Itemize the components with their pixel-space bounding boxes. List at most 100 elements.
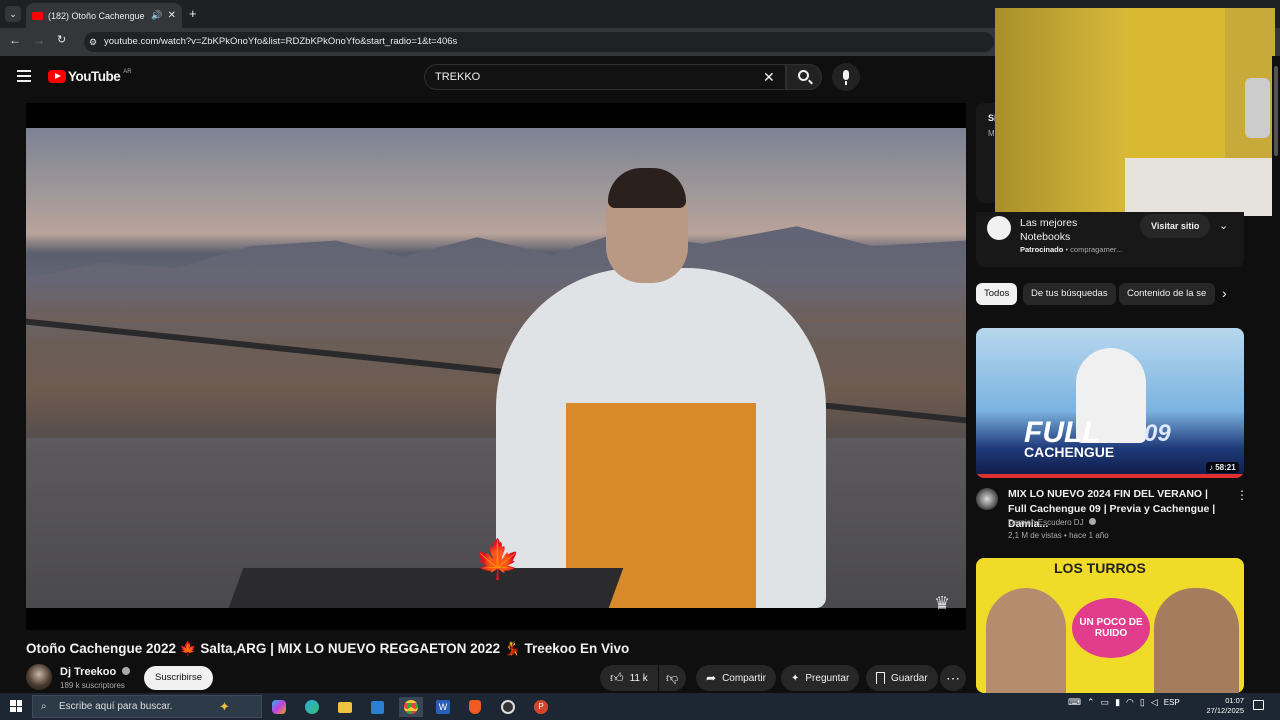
wifi-icon[interactable]: ◠	[1126, 697, 1134, 708]
battery-icon[interactable]: ▮	[1115, 697, 1120, 708]
bookmark-icon	[876, 672, 885, 684]
thumb2-title: LOS TURROS	[1054, 560, 1146, 576]
channel-name[interactable]: Dj Treekoo	[60, 666, 131, 678]
search-input[interactable]: TREKKO ✕	[424, 64, 786, 90]
taskbar-search-box[interactable]: ⌕ Escribe aquí para buscar. ✦	[32, 695, 262, 718]
region-code: AR	[123, 68, 132, 75]
thumb2-person-left	[986, 588, 1066, 693]
recommended-channel-name-1: Damian Escudero DJ	[1008, 518, 1084, 527]
recommended-channel-avatar-1[interactable]	[976, 488, 998, 510]
voice-search-button[interactable]	[832, 63, 860, 91]
chip-de-tus-busquedas[interactable]: De tus búsquedas	[1023, 283, 1116, 305]
webcam-door-left	[995, 8, 1125, 216]
sponsored-ad-card[interactable]: Las mejores Notebooks Patrocinado • comp…	[976, 212, 1244, 267]
maple-leaf-icon: 🍁	[474, 539, 522, 581]
page-scrollbar[interactable]	[1272, 56, 1280, 693]
tab-close-icon[interactable]: ✕	[168, 10, 176, 21]
share-label: Compartir	[722, 672, 766, 684]
volume-icon[interactable]: ◁	[1151, 697, 1158, 708]
recommended-thumbnail-1[interactable]: FULL 09 CACHENGUE ♪ 58:21	[976, 328, 1244, 478]
like-button[interactable]: 👍︎ 11 k	[600, 665, 658, 691]
ad-domain: compragamer...	[1070, 245, 1123, 254]
edge-icon[interactable]	[302, 697, 322, 717]
clear-search-icon[interactable]: ✕	[763, 65, 775, 89]
url-field[interactable]: ⚙ youtube.com/watch?v=ZbKPkOnoYfo&list=R…	[84, 32, 994, 52]
recommended-thumbnail-2[interactable]: LOS TURROS UN POCO DE RUIDO	[976, 558, 1244, 693]
brave-icon[interactable]	[465, 697, 485, 717]
ad-sponsored-label: Patrocinado	[1020, 245, 1064, 254]
subscribe-button[interactable]: Suscribirse	[144, 666, 213, 690]
visit-site-button[interactable]: Visitar sitio	[1140, 214, 1211, 238]
notification-icon[interactable]	[1253, 700, 1264, 710]
channel-watermark-icon[interactable]: ♛	[934, 593, 950, 614]
ad-title: Las mejores Notebooks	[1020, 216, 1077, 244]
mic-tray-icon[interactable]: ▯	[1140, 697, 1145, 708]
webcam-chair	[1245, 78, 1270, 138]
tab-audio-icon[interactable]: 🔊	[151, 10, 162, 21]
reload-icon[interactable]: ↻	[57, 33, 66, 46]
ask-label: Preguntar	[805, 672, 850, 684]
obs-icon[interactable]	[498, 697, 518, 717]
new-tab-icon[interactable]: +	[189, 6, 197, 21]
chevron-down-icon[interactable]: ⌄	[1219, 219, 1228, 232]
search-button[interactable]	[786, 64, 822, 90]
store-icon[interactable]	[367, 697, 387, 717]
recommended-meta-1: 2,1 M de vistas • hace 1 año	[1008, 531, 1109, 540]
language-indicator[interactable]: ESP	[1164, 698, 1180, 707]
duration-text: 58:21	[1215, 463, 1236, 472]
thumb2-logo-text: UN POCO DE RUIDO	[1079, 617, 1143, 639]
video-mountains	[26, 226, 966, 323]
windows-start-icon[interactable]	[10, 700, 22, 712]
network-icon[interactable]: ▭	[1101, 697, 1110, 708]
chips-next-icon[interactable]: ›	[1222, 285, 1227, 301]
like-count: 11 k	[629, 672, 648, 684]
thumb-progress	[976, 474, 1244, 478]
word-icon[interactable]: W	[433, 697, 453, 717]
ad-meta: Patrocinado • compragamer...	[1020, 245, 1123, 254]
copilot-icon[interactable]	[269, 697, 289, 717]
music-note-icon: ♪	[1209, 463, 1213, 472]
thumb-text-09: 09	[1144, 420, 1171, 447]
dislike-button[interactable]: 👎︎	[659, 665, 686, 691]
video-player[interactable]: 🍁 ♛	[26, 103, 966, 630]
tray-overflow-icon[interactable]: ⌃	[1087, 697, 1095, 708]
save-button[interactable]: Guardar	[866, 665, 938, 691]
channel-avatar[interactable]	[26, 664, 52, 690]
share-button[interactable]: ➦ Compartir	[696, 665, 776, 691]
chip-contenido[interactable]: Contenido de la se	[1119, 283, 1215, 305]
youtube-play-icon	[48, 70, 66, 83]
tab-title: (182) Otoño Cachengue 20	[48, 10, 147, 21]
clock-date: 27/12/2025	[1206, 706, 1244, 715]
clock-time: 01:07	[1225, 696, 1244, 705]
more-actions-button[interactable]: ⋯	[940, 665, 966, 691]
ask-button[interactable]: ✦ Preguntar	[781, 665, 860, 691]
keyboard-icon[interactable]: ⌨	[1068, 697, 1081, 708]
recommended-age-1: hace 1 año	[1069, 531, 1109, 540]
webcam-overlay	[995, 8, 1275, 216]
youtube-logo[interactable]: YouTube AR	[48, 69, 132, 84]
chrome-icon[interactable]	[399, 697, 423, 717]
recommended-more-icon-1[interactable]: ⋮	[1236, 488, 1248, 502]
search-icon	[798, 70, 809, 81]
taskbar-highlight-icon: ✦	[219, 699, 230, 714]
partial-text-2: M	[988, 129, 995, 138]
tab-search-chevron-icon[interactable]: ⌄	[5, 6, 21, 22]
thumbs-down-icon: 👎︎	[666, 670, 679, 685]
menu-icon[interactable]	[17, 70, 31, 82]
powerpoint-icon[interactable]: P	[531, 697, 551, 717]
thumb2-person-right	[1154, 588, 1239, 693]
share-icon: ➦	[706, 671, 717, 685]
mic-icon	[843, 70, 849, 80]
site-info-icon[interactable]: ⚙	[89, 32, 97, 52]
forward-icon[interactable]: →	[33, 33, 45, 47]
taskbar-clock[interactable]: 01:07 27/12/2025	[1200, 696, 1244, 716]
save-label: Guardar	[891, 672, 928, 684]
webcam-floor	[1125, 158, 1275, 216]
chip-todos[interactable]: Todos	[976, 283, 1018, 305]
verified-icon	[1088, 518, 1096, 525]
recommended-channel-1[interactable]: Damian Escudero DJ	[1008, 518, 1096, 527]
thumb-text-cachengue: CACHENGUE	[1024, 444, 1115, 460]
back-icon[interactable]: ←	[9, 33, 21, 47]
file-explorer-icon[interactable]	[335, 697, 355, 717]
tab-active[interactable]: (182) Otoño Cachengue 20 🔊 ✕	[26, 3, 182, 28]
